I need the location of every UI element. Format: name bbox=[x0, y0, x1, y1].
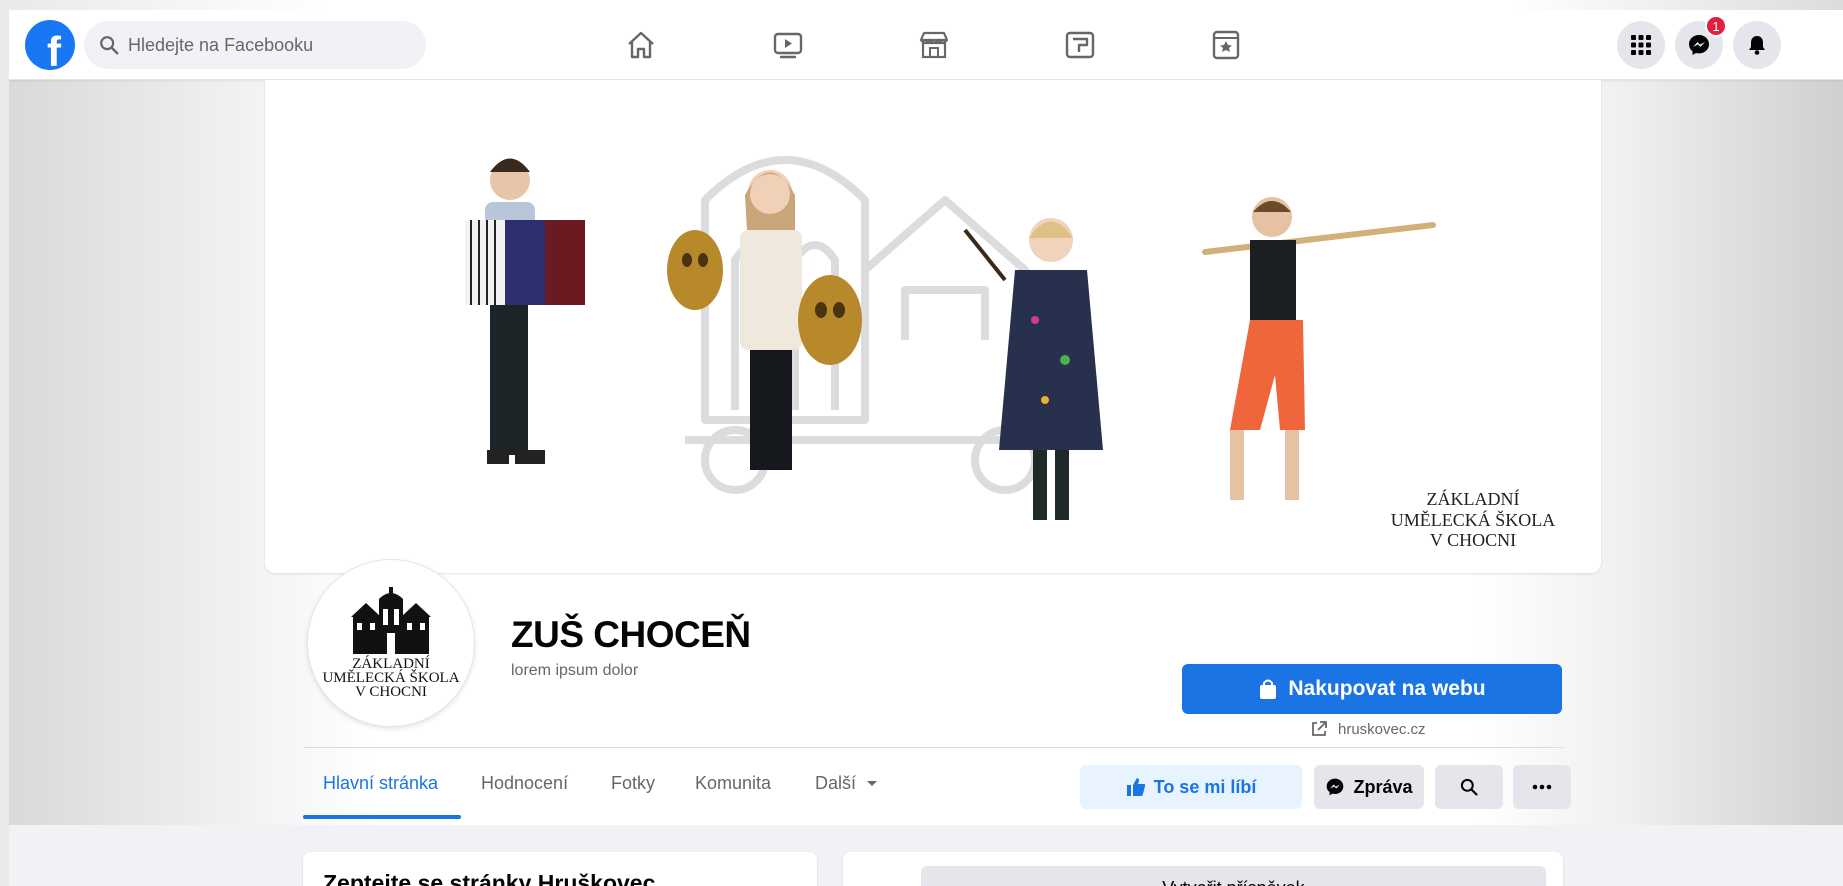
groups-icon[interactable] bbox=[1059, 24, 1101, 66]
cover-photo[interactable]: ZÁKLADNÍ UMĚLECKÁ ŠKOLA V CHOCNI bbox=[265, 80, 1601, 573]
messenger-icon bbox=[1689, 35, 1709, 55]
message-button[interactable]: Zpráva bbox=[1314, 765, 1424, 809]
facebook-logo-icon[interactable]: f bbox=[25, 20, 75, 70]
page-title: ZUŠ CHOCEŇ bbox=[511, 614, 751, 655]
accordion-boy bbox=[465, 158, 585, 464]
like-button[interactable]: To se mi líbí bbox=[1080, 765, 1302, 809]
marketplace-icon[interactable] bbox=[913, 24, 955, 66]
theatre-girl bbox=[667, 170, 862, 470]
cover-illustration: ZÁKLADNÍ UMĚLECKÁ ŠKOLA V CHOCNI bbox=[465, 156, 1556, 550]
message-button-label: Zpráva bbox=[1353, 776, 1413, 797]
menu-grid-button[interactable] bbox=[1617, 21, 1665, 69]
school-building-icon bbox=[351, 587, 431, 654]
avatar-logo-line-1: ZÁKLADNÍ bbox=[352, 656, 430, 672]
active-tab-indicator bbox=[303, 815, 461, 819]
top-navigation-bar: f Hledejte na Facebooku 1 bbox=[9, 10, 1843, 80]
painter-girl bbox=[963, 218, 1103, 520]
facebook-logo-letter: f bbox=[47, 28, 61, 70]
tab-reviews[interactable]: Hodnocení bbox=[481, 773, 568, 794]
shopping-bag-icon bbox=[1260, 679, 1277, 699]
more-options-button[interactable] bbox=[1513, 765, 1571, 809]
watch-icon[interactable] bbox=[767, 24, 809, 66]
more-dots-icon bbox=[1532, 784, 1552, 790]
notifications-bell-icon bbox=[1749, 36, 1765, 55]
avatar-logo-line-2: UMĚLECKÁ ŠKOLA bbox=[322, 670, 460, 686]
search-box[interactable] bbox=[84, 21, 426, 69]
create-post-label: Vytvořit příspěvek bbox=[1162, 878, 1304, 886]
tab-more[interactable]: Další bbox=[815, 773, 878, 794]
search-icon bbox=[100, 36, 119, 55]
browser-viewport: f Hledejte na Facebooku 1 ZÁKLADNÍ UMĚLE… bbox=[9, 10, 1843, 886]
tab-more-label: Další bbox=[815, 773, 857, 793]
search-input[interactable] bbox=[128, 34, 408, 56]
ask-page-card: Zeptejte se stránky Hruškovec bbox=[303, 852, 817, 886]
stick-boy bbox=[1202, 197, 1436, 500]
gaming-icon[interactable] bbox=[1205, 24, 1247, 66]
page-search-button[interactable] bbox=[1435, 765, 1503, 809]
messenger-icon bbox=[1327, 778, 1344, 796]
profile-divider bbox=[303, 747, 1563, 748]
tab-photos[interactable]: Fotky bbox=[611, 773, 655, 794]
notifications-button[interactable] bbox=[1733, 21, 1781, 69]
chevron-down-icon bbox=[867, 780, 878, 786]
cover-logo-line-3: V CHOCNI bbox=[1430, 530, 1516, 550]
external-link-icon bbox=[1312, 721, 1327, 736]
shop-button-label: Nakupovat na webu bbox=[1288, 677, 1486, 700]
cover-logo-line-1: ZÁKLADNÍ bbox=[1427, 488, 1520, 509]
website-link[interactable]: hruskovec.cz bbox=[1310, 720, 1426, 738]
ask-page-title: Zeptejte se stránky Hruškovec bbox=[323, 870, 656, 886]
thumbs-up-icon bbox=[1126, 778, 1145, 796]
messenger-button[interactable]: 1 bbox=[1675, 15, 1727, 69]
cover-logo-line-2: UMĚLECKÁ ŠKOLA bbox=[1391, 509, 1556, 530]
website-url: hruskovec.cz bbox=[1338, 720, 1426, 738]
like-button-label: To se mi líbí bbox=[1153, 776, 1257, 797]
search-icon bbox=[1460, 778, 1478, 796]
tab-community[interactable]: Komunita bbox=[695, 773, 771, 794]
avatar-logo-line-3: V CHOCNI bbox=[355, 684, 427, 700]
menu-grid-icon bbox=[1631, 35, 1651, 55]
create-post-card: Vytvořit příspěvek bbox=[843, 852, 1563, 886]
page-feed-area: Zeptejte se stránky Hruškovec Vytvořit p… bbox=[9, 825, 1843, 886]
page-subtitle: lorem ipsum dolor bbox=[511, 662, 639, 679]
shop-on-website-button[interactable]: Nakupovat na webu bbox=[1182, 664, 1562, 714]
home-icon[interactable] bbox=[620, 24, 662, 66]
tab-home[interactable]: Hlavní stránka bbox=[323, 773, 438, 794]
messenger-badge: 1 bbox=[1705, 15, 1727, 37]
create-post-button[interactable]: Vytvořit příspěvek bbox=[921, 866, 1546, 886]
profile-avatar[interactable]: ZÁKLADNÍ UMĚLECKÁ ŠKOLA V CHOCNI bbox=[308, 560, 474, 726]
